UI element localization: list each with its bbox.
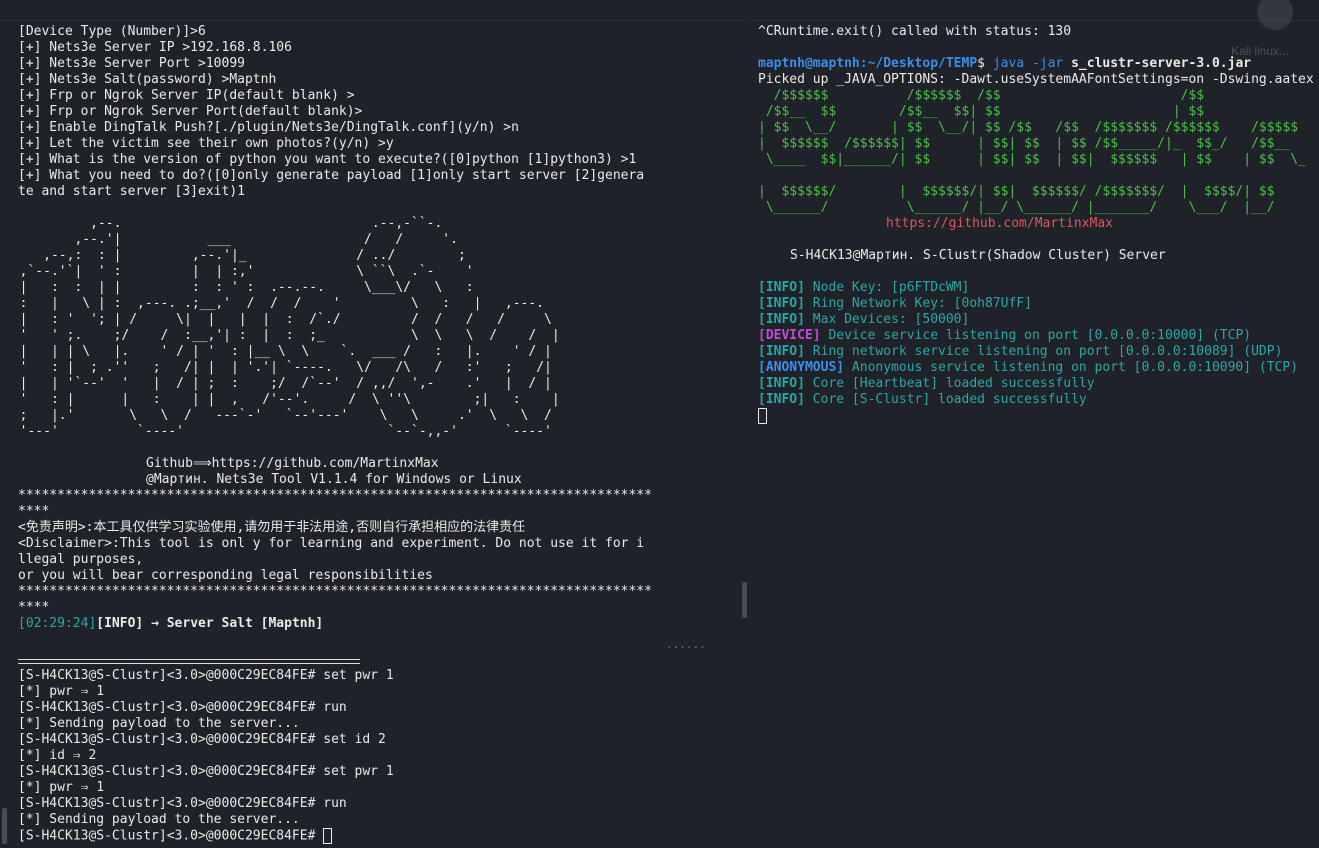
session-line: [S-H4CK13@S-Clustr]<3.0>@000C29EC84FE# s… xyxy=(18,764,394,780)
log-line: [INFO] Node Key: [p6FTDcWM] xyxy=(758,280,969,296)
tool-version-line: @Мартин. Nets3e Tool V1.1.4 for Windows … xyxy=(146,472,522,487)
log-text: Node Key: [p6FTDcWM] xyxy=(804,280,970,295)
terminal-cursor-line[interactable] xyxy=(758,408,767,424)
nets3e-ascii-logo: ,--. .--,-``-. ,--.'| ___ / / '. ,--,: :… xyxy=(19,216,560,439)
log-text: Core [Heartbeat] loaded successfully xyxy=(804,376,1095,391)
session-line-text: [S-H4CK13@S-Clustr]<3.0>@000C29EC84FE# s… xyxy=(18,764,394,779)
shell-prompt-line: maptnh@maptnh:~/Desktop/TEMP$ java -jar … xyxy=(758,56,1251,72)
log-tag: [INFO] xyxy=(758,312,805,327)
stars-separator-2b: **** xyxy=(18,600,50,615)
server-salt-line: [02:29:24][INFO] → Server Salt [Maptnh] xyxy=(18,616,323,632)
session-line: [*] pwr ⇒ 1 xyxy=(18,684,104,700)
config-line: [+] Nets3e Server Port >10099 xyxy=(18,56,245,71)
log-tag: [ANONYMOUS] xyxy=(758,360,845,375)
terminal-cursor[interactable] xyxy=(758,408,767,424)
session-line-text: [S-H4CK13@S-Clustr]<3.0>@000C29EC84FE# r… xyxy=(18,796,347,811)
session-line-text: [*] Sending payload to the server... xyxy=(18,812,300,827)
session-line: [S-H4CK13@S-Clustr]<3.0>@000C29EC84FE# s… xyxy=(18,668,394,684)
prompt-dollar: $ xyxy=(977,56,993,71)
right-terminal-pane[interactable]: ^CRuntime.exit() called with status: 130… xyxy=(750,0,1319,848)
s-clustr-banner-art: /$$$$$$ /$$$$$$ /$$ /$$ /$$__ $$ /$$__ $… xyxy=(758,88,1306,215)
left-bottom-scrollbar[interactable] xyxy=(2,808,7,844)
log-line: [ANONYMOUS] Anonymous service listening … xyxy=(758,360,1298,376)
log-tag: [INFO] xyxy=(758,296,805,311)
config-line: [+] Let the victim see their own photos?… xyxy=(18,136,394,151)
log-text: Device service listening on port [0.0.0.… xyxy=(820,328,1252,343)
config-line: [+] Nets3e Server IP >192.168.8.106 xyxy=(18,40,292,55)
disclaimer-english-3: or you will bear corresponding legal res… xyxy=(18,568,433,583)
log-text: Max Devices: [50000] xyxy=(804,312,970,327)
disclaimer-english-2: llegal purposes, xyxy=(18,552,144,567)
stars-separator-1b: **** xyxy=(18,504,50,519)
log-text: Anonymous service listening on port [0.0… xyxy=(844,360,1299,375)
left-terminal-pane[interactable]: [Device Type (Number)]>6 [+] Nets3e Serve… xyxy=(0,0,746,848)
session-line: [S-H4CK13@S-Clustr]<3.0>@000C29EC84FE# r… xyxy=(18,796,347,812)
session-line: [*] Sending payload to the server... xyxy=(18,716,300,732)
log-text: Ring network service listening on port [… xyxy=(804,344,1283,359)
command-jar: s_clustr-server-3.0.jar xyxy=(1071,56,1252,71)
config-line: [+] Nets3e Salt(password) >Maptnh xyxy=(18,72,277,87)
log-tag: [INFO] xyxy=(758,280,805,295)
session-line-text: [*] pwr ⇒ 1 xyxy=(18,780,105,795)
session-cursor[interactable] xyxy=(323,828,333,844)
session-line-text: [S-H4CK13@S-Clustr]<3.0>@000C29EC84FE# xyxy=(18,828,324,844)
log-text: Ring Network Key: [0oh87UfF] xyxy=(804,296,1032,311)
session-line: [*] id ⇒ 2 xyxy=(18,748,96,764)
salt-info: [INFO] → Server Salt [Maptnh] xyxy=(96,616,324,631)
java-options-line: Picked up _JAVA_OPTIONS: -Dawt.useSystem… xyxy=(758,72,1314,87)
kali-watermark: Kali linux... xyxy=(1227,0,1307,60)
log-line: [INFO] Max Devices: [50000] xyxy=(758,312,969,328)
config-line: te and start server [3]exit)1 xyxy=(18,184,245,199)
log-tag: [DEVICE] xyxy=(758,328,821,343)
left-pane-top-border xyxy=(0,0,746,21)
log-line: [DEVICE] Device service listening on por… xyxy=(758,328,1251,344)
config-line: [+] Frp or Ngrok Server Port(default bla… xyxy=(18,104,363,119)
session-line: [S-H4CK13@S-Clustr]<3.0>@000C29EC84FE# r… xyxy=(18,700,347,716)
github-line: Github⟹https://github.com/MartinxMax xyxy=(146,456,439,471)
config-line: [Device Type (Number)]>6 xyxy=(18,24,206,39)
session-line-text: [*] pwr ⇒ 1 xyxy=(18,684,105,699)
session-separator-rule xyxy=(18,659,360,664)
session-line: [S-H4CK13@S-Clustr]<3.0>@000C29EC84FE# xyxy=(18,828,333,844)
session-line-text: [*] Sending payload to the server... xyxy=(18,716,300,731)
log-tag: [INFO] xyxy=(758,376,805,391)
pane-resize-dots[interactable]: ...... xyxy=(666,638,706,651)
session-line: [*] Sending payload to the server... xyxy=(18,812,300,828)
stars-separator-1: ****************************************… xyxy=(18,488,652,503)
log-line: [INFO] Core [S-Clustr] loaded successful… xyxy=(758,392,1087,408)
log-line: [INFO] Ring network service listening on… xyxy=(758,344,1282,360)
config-line: [+] Enable DingTalk Push?[./plugin/Nets3… xyxy=(18,120,519,135)
log-text: Core [S-Clustr] loaded successfully xyxy=(804,392,1087,407)
prompt-user: maptnh@maptnh xyxy=(758,56,860,71)
session-line-text: [*] id ⇒ 2 xyxy=(18,748,97,763)
session-line: [*] pwr ⇒ 1 xyxy=(18,780,104,796)
server-title: S-H4CK13@Мартин. S-Clustr(Shadow Cluster… xyxy=(790,248,1166,263)
runtime-exit-line: ^CRuntime.exit() called with status: 130 xyxy=(758,24,1072,39)
left-pane-scrollbar[interactable] xyxy=(742,582,747,618)
log-tag: [INFO] xyxy=(758,392,805,407)
github-link[interactable]: https://github.com/MartinxMax xyxy=(886,216,1113,232)
session-line: [S-H4CK13@S-Clustr]<3.0>@000C29EC84FE# s… xyxy=(18,732,386,748)
log-tag: [INFO] xyxy=(758,344,805,359)
command-java: java -jar xyxy=(992,56,1072,71)
disclaimer-chinese: <免责声明>:本工具仅供学习实验使用,请勿用于非法用途,否则自行承担相应的法律责… xyxy=(18,520,526,535)
log-line: [INFO] Core [Heartbeat] loaded successfu… xyxy=(758,376,1095,392)
log-line: [INFO] Ring Network Key: [0oh87UfF] xyxy=(758,296,1032,312)
config-line: [+] What you need to do?([0]only generat… xyxy=(18,168,645,183)
session-line-text: [S-H4CK13@S-Clustr]<3.0>@000C29EC84FE# s… xyxy=(18,732,386,747)
salt-timestamp: [02:29:24] xyxy=(18,616,97,631)
disclaimer-english-1: <Disclaimer>:This tool is onl y for lear… xyxy=(18,536,645,551)
kali-watermark-text: Kali linux... xyxy=(1231,44,1290,58)
kali-logo-icon xyxy=(1257,0,1293,30)
config-line: [+] Frp or Ngrok Server IP(default blank… xyxy=(18,88,355,103)
stars-separator-2: ****************************************… xyxy=(18,584,652,599)
session-line-text: [S-H4CK13@S-Clustr]<3.0>@000C29EC84FE# s… xyxy=(18,668,394,683)
config-line: [+] What is the version of python you wa… xyxy=(18,152,637,167)
session-line-text: [S-H4CK13@S-Clustr]<3.0>@000C29EC84FE# r… xyxy=(18,700,347,715)
prompt-path: :~/Desktop/TEMP xyxy=(859,56,978,71)
